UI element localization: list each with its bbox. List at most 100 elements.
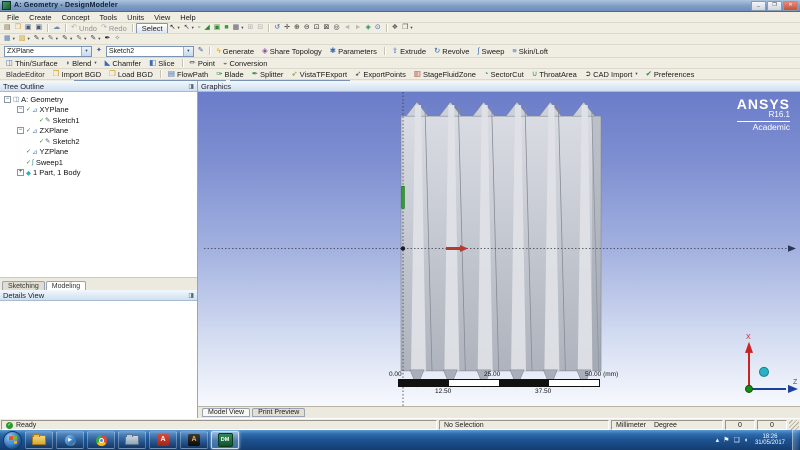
viewport-canvas[interactable]: X Z (198, 92, 800, 406)
tree-item-zxplane[interactable]: −✓⊿ZXPlane (0, 126, 197, 137)
swept-screw-model[interactable] (401, 102, 601, 387)
parameters-button[interactable]: ✱Parameters (326, 45, 381, 57)
close-button[interactable]: ✕ (783, 1, 798, 11)
pan-icon[interactable]: ✛ (282, 24, 292, 32)
taskbar-designmodeler[interactable]: DM (211, 431, 239, 449)
line-color-icon[interactable]: ✎▾ (46, 35, 60, 43)
share-topology-button[interactable]: ◈Share Topology (258, 45, 326, 57)
generate-button[interactable]: ϟGenerate (213, 45, 258, 57)
stagefluidzone-button[interactable]: ▥StageFluidZone (410, 69, 480, 79)
sweep-button[interactable]: ∫Sweep (473, 45, 508, 57)
minimize-button[interactable]: _ (751, 1, 766, 11)
menu-units[interactable]: Units (122, 13, 149, 22)
menu-create[interactable]: Create (24, 13, 57, 22)
volume-icon[interactable]: ◖ (744, 437, 748, 444)
look-at-icon[interactable]: ⊙ (373, 24, 383, 32)
throatarea-button[interactable]: ∪ThroatArea (528, 69, 581, 79)
collapse-toggle[interactable]: − (17, 106, 24, 113)
pin-icon[interactable]: ◨ (188, 292, 194, 299)
rescale-annotation-icon[interactable]: ❖ (390, 24, 400, 32)
open-file-icon[interactable]: ❒ (13, 24, 23, 32)
save-icon[interactable]: ▣ (23, 24, 34, 32)
tree-item-sketch1[interactable]: ✓✎Sketch1 (0, 115, 197, 126)
new-sketch-icon[interactable]: ✎ (196, 47, 206, 55)
tree-item-yzplane[interactable]: ✓⊿YZPlane (0, 147, 197, 158)
tree-item-1-part-1-body[interactable]: +◆1 Part, 1 Body (0, 168, 197, 179)
triad-origin-ball[interactable] (746, 385, 753, 392)
preferences-button[interactable]: ✔Preferences (642, 69, 699, 79)
point-button[interactable]: ✏Point (186, 58, 219, 68)
tree-item-sketch2[interactable]: ✓✎Sketch2 (0, 136, 197, 147)
taskbar-adobe-reader[interactable]: A (149, 431, 177, 449)
skin-loft-button[interactable]: ≡Skin/Loft (508, 45, 552, 57)
exportpoints-button[interactable]: ➹ExportPoints (351, 69, 410, 79)
taskbar-workbench-folder[interactable] (118, 431, 146, 449)
edge-style-icon[interactable]: ✎▾ (60, 35, 74, 43)
sectorcut-button[interactable]: ◔SectorCut (480, 69, 528, 79)
new-plane-icon[interactable]: ✦ (94, 47, 104, 55)
highlight-pen-icon[interactable]: ✒ (102, 35, 112, 43)
blade-button[interactable]: ✑Blade (212, 69, 247, 79)
conversion-button[interactable]: ◒Conversion (219, 58, 271, 68)
filter-edge-icon[interactable]: ◢ (202, 24, 211, 32)
filter-face-icon[interactable]: ▣ (212, 24, 223, 32)
refresh-input-icon[interactable]: ☁ (51, 24, 62, 32)
sketch-combo[interactable]: Sketch2▾ (106, 46, 194, 57)
zoom-out-icon[interactable]: ⊖ (302, 24, 312, 32)
tree-item-xyplane[interactable]: −✓⊿XYPlane (0, 105, 197, 116)
new-file-icon[interactable]: ▤ (2, 24, 13, 32)
select-box-icon[interactable]: ↖▾ (182, 24, 196, 32)
collapse-toggle[interactable]: − (4, 96, 11, 103)
flowpath-button[interactable]: ▤FlowPath (164, 69, 212, 79)
network-icon[interactable]: ❏ (733, 436, 739, 444)
previous-view-icon[interactable]: ◄ (342, 24, 353, 32)
isometric-view-icon[interactable]: ◈ (364, 24, 373, 32)
title-bar[interactable]: A: Geometry - DesignModeler _ ❐ ✕ (0, 0, 800, 12)
splitter-button[interactable]: ✒Splitter (248, 69, 288, 79)
pin-icon[interactable]: ◨ (188, 83, 194, 90)
sketch-visibility-icon[interactable]: ✧ (112, 35, 122, 43)
menu-concept[interactable]: Concept (57, 13, 95, 22)
taskbar-chrome[interactable] (87, 431, 115, 449)
menu-help[interactable]: Help (175, 13, 200, 22)
vistatfexport-button[interactable]: ➶VistaTFExport (287, 69, 351, 79)
chamfer-button[interactable]: ◣Chamfer (101, 58, 146, 68)
plane-display-icon[interactable]: ▨▾ (17, 35, 32, 43)
plane-combo[interactable]: ZXPlane▾ (4, 46, 92, 57)
filter-body-icon[interactable]: ■ (222, 24, 230, 32)
next-view-icon[interactable]: ► (353, 24, 364, 32)
taskbar-explorer[interactable] (25, 431, 53, 449)
tab-model-view[interactable]: Model View (202, 408, 250, 417)
taskbar-clock[interactable]: 18:26 31/05/2017 (752, 434, 788, 447)
slice-button[interactable]: ◧Slice (145, 58, 178, 68)
box-zoom-icon[interactable]: ⊡ (312, 24, 322, 32)
extrude-button[interactable]: ⇧Extrude (388, 45, 430, 57)
extend-selection-icon[interactable]: ⊞ (246, 24, 256, 32)
expand-toggle[interactable]: + (17, 169, 24, 176)
cad-import-button[interactable]: ➲CAD Import▾ (581, 69, 642, 79)
load-bgd-button[interactable]: ❒Load BGD (105, 69, 157, 79)
menu-view[interactable]: View (149, 13, 175, 22)
start-button[interactable] (3, 431, 22, 450)
zoom-in-icon[interactable]: ⊕ (292, 24, 302, 32)
action-center-flag-icon[interactable]: ⚑ (723, 436, 729, 444)
collapse-toggle[interactable]: − (17, 127, 24, 134)
extend-limits-icon[interactable]: ⊟ (255, 24, 265, 32)
triad-iso-ball[interactable] (760, 367, 769, 376)
point-style-icon[interactable]: ✎▾ (32, 35, 46, 43)
show-desktop-button[interactable] (792, 430, 799, 450)
tab-sketching[interactable]: Sketching (2, 281, 45, 290)
tree-item-sweep1[interactable]: ✓∫Sweep1 (0, 157, 197, 168)
menu-file[interactable]: File (2, 13, 24, 22)
rotate-view-icon[interactable]: ↺ (272, 24, 282, 32)
taskbar-ansys[interactable]: A (180, 431, 208, 449)
revolve-button[interactable]: ↻Revolve (430, 45, 473, 57)
graphics-viewport[interactable]: X Z ANSYS R16.1 Academic 0.00 25.00 (198, 92, 800, 406)
tree-item-a-geometry[interactable]: −◫A: Geometry (0, 94, 197, 105)
viewports-icon[interactable]: ❐▾ (400, 24, 415, 32)
taskbar-media-player[interactable]: ▶ (56, 431, 84, 449)
tab-modeling[interactable]: Modeling (46, 281, 86, 290)
import-bgd-button[interactable]: ❒Import BGD (49, 69, 105, 79)
zoom-fit-icon[interactable]: ⊠ (322, 24, 332, 32)
select-single-icon[interactable]: ↖▾ (168, 24, 182, 32)
